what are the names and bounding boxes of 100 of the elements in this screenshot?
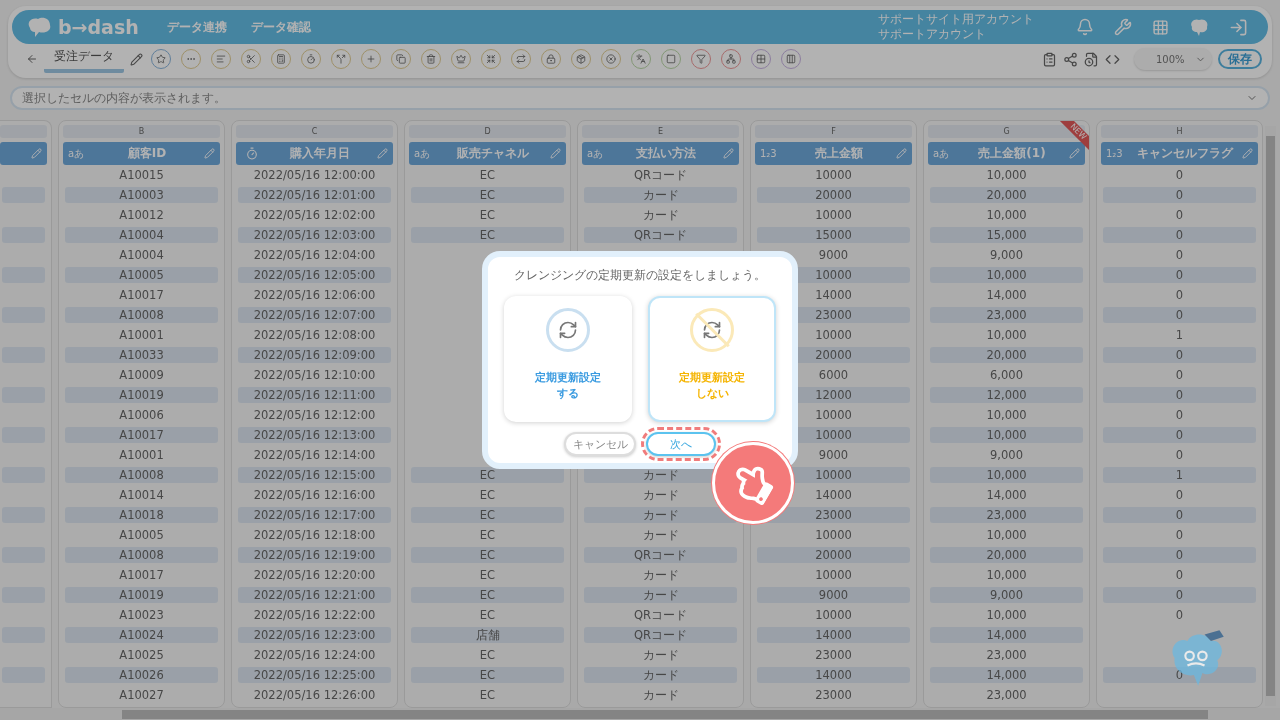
columns-icon xyxy=(786,54,796,64)
type-label: 1₂3 xyxy=(760,148,778,159)
table-cell: A10019 xyxy=(65,587,218,603)
table-cell-text: 10000 xyxy=(814,167,853,183)
table-cell: カード xyxy=(584,507,737,523)
filter-button[interactable] xyxy=(691,49,711,69)
scissors-button[interactable] xyxy=(241,49,261,69)
apps-icon[interactable] xyxy=(1152,18,1169,36)
translate-icon xyxy=(636,54,646,64)
zoom-select[interactable]: 100% xyxy=(1134,48,1212,70)
table-cell-text: 10,000 xyxy=(985,327,1028,343)
table-cell-text: 2022/05/16 12:22:00 xyxy=(252,607,377,623)
table-cell: カード xyxy=(584,187,737,203)
table-cell-text: 2022/05/16 12:16:00 xyxy=(252,487,377,503)
table-cell-text: A10023 xyxy=(118,607,165,623)
column-header[interactable]: aあ 売上金額(1) xyxy=(928,142,1085,165)
table-cell: A10008 xyxy=(65,467,218,483)
table-cell-text: 2022/05/16 12:02:00 xyxy=(252,207,377,223)
table-cell: QRコード xyxy=(584,627,737,643)
table-cell: 0 xyxy=(1103,347,1256,363)
table-cell: 14000 xyxy=(757,667,910,683)
column-header[interactable]: 購入年月日 xyxy=(236,142,393,165)
split-button[interactable] xyxy=(331,49,351,69)
nav-link[interactable]: データ確認 xyxy=(250,18,311,36)
table-cell: A10026 xyxy=(65,667,218,683)
timer-button[interactable] xyxy=(301,49,321,69)
sheet-tab[interactable]: 受注データ xyxy=(44,45,124,73)
formula-field[interactable]: 選択したセルの内容が表示されます。 xyxy=(10,86,1270,110)
table-cell-text: 23000 xyxy=(814,647,853,663)
trash-button[interactable] xyxy=(421,49,441,69)
account-name: サポートサイト用アカウント xyxy=(878,12,1034,27)
pencil-icon[interactable] xyxy=(130,52,143,66)
save-button[interactable]: 保存 xyxy=(1218,49,1262,69)
copy-button[interactable] xyxy=(391,49,411,69)
square-button[interactable] xyxy=(661,49,681,69)
clipboard-icon[interactable] xyxy=(1042,51,1057,67)
account-name: サポートアカウント xyxy=(878,27,987,42)
crown-button[interactable] xyxy=(451,49,471,69)
table-cell: 9,000 xyxy=(930,587,1083,603)
x-circle-button[interactable] xyxy=(601,49,621,69)
network-button[interactable] xyxy=(721,49,741,69)
more-button[interactable] xyxy=(181,49,201,69)
table-cell: 20000 xyxy=(757,547,910,563)
table-cell-text: 10000 xyxy=(814,407,853,423)
column-header[interactable] xyxy=(0,141,47,165)
table-cell: 20,000 xyxy=(930,187,1083,203)
table-cell-text: 0 xyxy=(1174,487,1185,503)
table-cell: A10024 xyxy=(65,627,218,643)
table-cell: A10008 xyxy=(65,547,218,563)
column-header[interactable]: aあ 販売チャネル xyxy=(409,142,566,165)
type-label: aあ xyxy=(933,146,951,161)
logout-icon[interactable] xyxy=(1229,17,1248,37)
nav-link[interactable]: データ連携 xyxy=(166,18,227,36)
table-cell-text: 2022/05/16 12:00:00 xyxy=(252,167,377,183)
column-header[interactable]: 1₂3 キャンセルフラグ xyxy=(1101,142,1258,165)
column-letter: D xyxy=(409,125,566,138)
lock-button[interactable] xyxy=(541,49,561,69)
plus-button[interactable] xyxy=(361,49,381,69)
table-cell-text: QRコード xyxy=(632,607,688,623)
table-cell: 0 xyxy=(1103,387,1256,403)
cancel-button[interactable]: キャンセル xyxy=(564,432,636,456)
column-header[interactable]: aあ 顧客ID xyxy=(63,142,220,165)
type-label: aあ xyxy=(414,146,432,161)
mascot-icon[interactable] xyxy=(1189,18,1209,36)
table-cell: 2022/05/16 12:07:00 xyxy=(238,307,391,323)
lines-button[interactable] xyxy=(211,49,231,69)
columns-button[interactable] xyxy=(781,49,801,69)
shrink-icon xyxy=(486,54,496,64)
option-card[interactable]: 定期更新設定 する xyxy=(504,296,632,422)
table-cell: 0 xyxy=(1103,587,1256,603)
bell-icon[interactable] xyxy=(1076,18,1094,36)
shrink-button[interactable] xyxy=(481,49,501,69)
package-button[interactable] xyxy=(571,49,591,69)
calculator-button[interactable] xyxy=(271,49,291,69)
option-label: 定期更新設定 しない xyxy=(679,370,745,402)
share-icon[interactable] xyxy=(1063,51,1078,67)
table-cell-text: EC xyxy=(478,567,497,583)
table-cell: 15,000 xyxy=(930,227,1083,243)
table-cell: 2022/05/16 12:19:00 xyxy=(238,547,391,563)
table-cell: 2022/05/16 12:09:00 xyxy=(238,347,391,363)
horizontal-scrollbar[interactable] xyxy=(0,708,1280,720)
table-cell-text: EC xyxy=(478,487,497,503)
table-cell: A10033 xyxy=(65,347,218,363)
file-history-icon[interactable] xyxy=(1084,51,1099,67)
repeat-button[interactable] xyxy=(511,49,531,69)
translate-button[interactable] xyxy=(631,49,651,69)
table-cell-text: 2022/05/16 12:08:00 xyxy=(252,327,377,343)
wrench-icon[interactable] xyxy=(1114,18,1132,36)
package-icon xyxy=(576,54,586,64)
table-cell-text: 2022/05/16 12:06:00 xyxy=(252,287,377,303)
column-header[interactable]: 1₂3 売上金額 xyxy=(755,142,912,165)
grid-button[interactable] xyxy=(751,49,771,69)
table-cell-text: A10017 xyxy=(118,287,165,303)
option-card[interactable]: 定期更新設定 しない xyxy=(648,296,776,422)
table-cell-text: 0 xyxy=(1174,247,1185,263)
back-icon[interactable] xyxy=(26,53,38,65)
table-cell: QRコード xyxy=(584,227,737,243)
column-name: 購入年月日 xyxy=(289,145,351,162)
star-button[interactable] xyxy=(151,49,171,69)
column-header[interactable]: aあ 支払い方法 xyxy=(582,142,739,165)
